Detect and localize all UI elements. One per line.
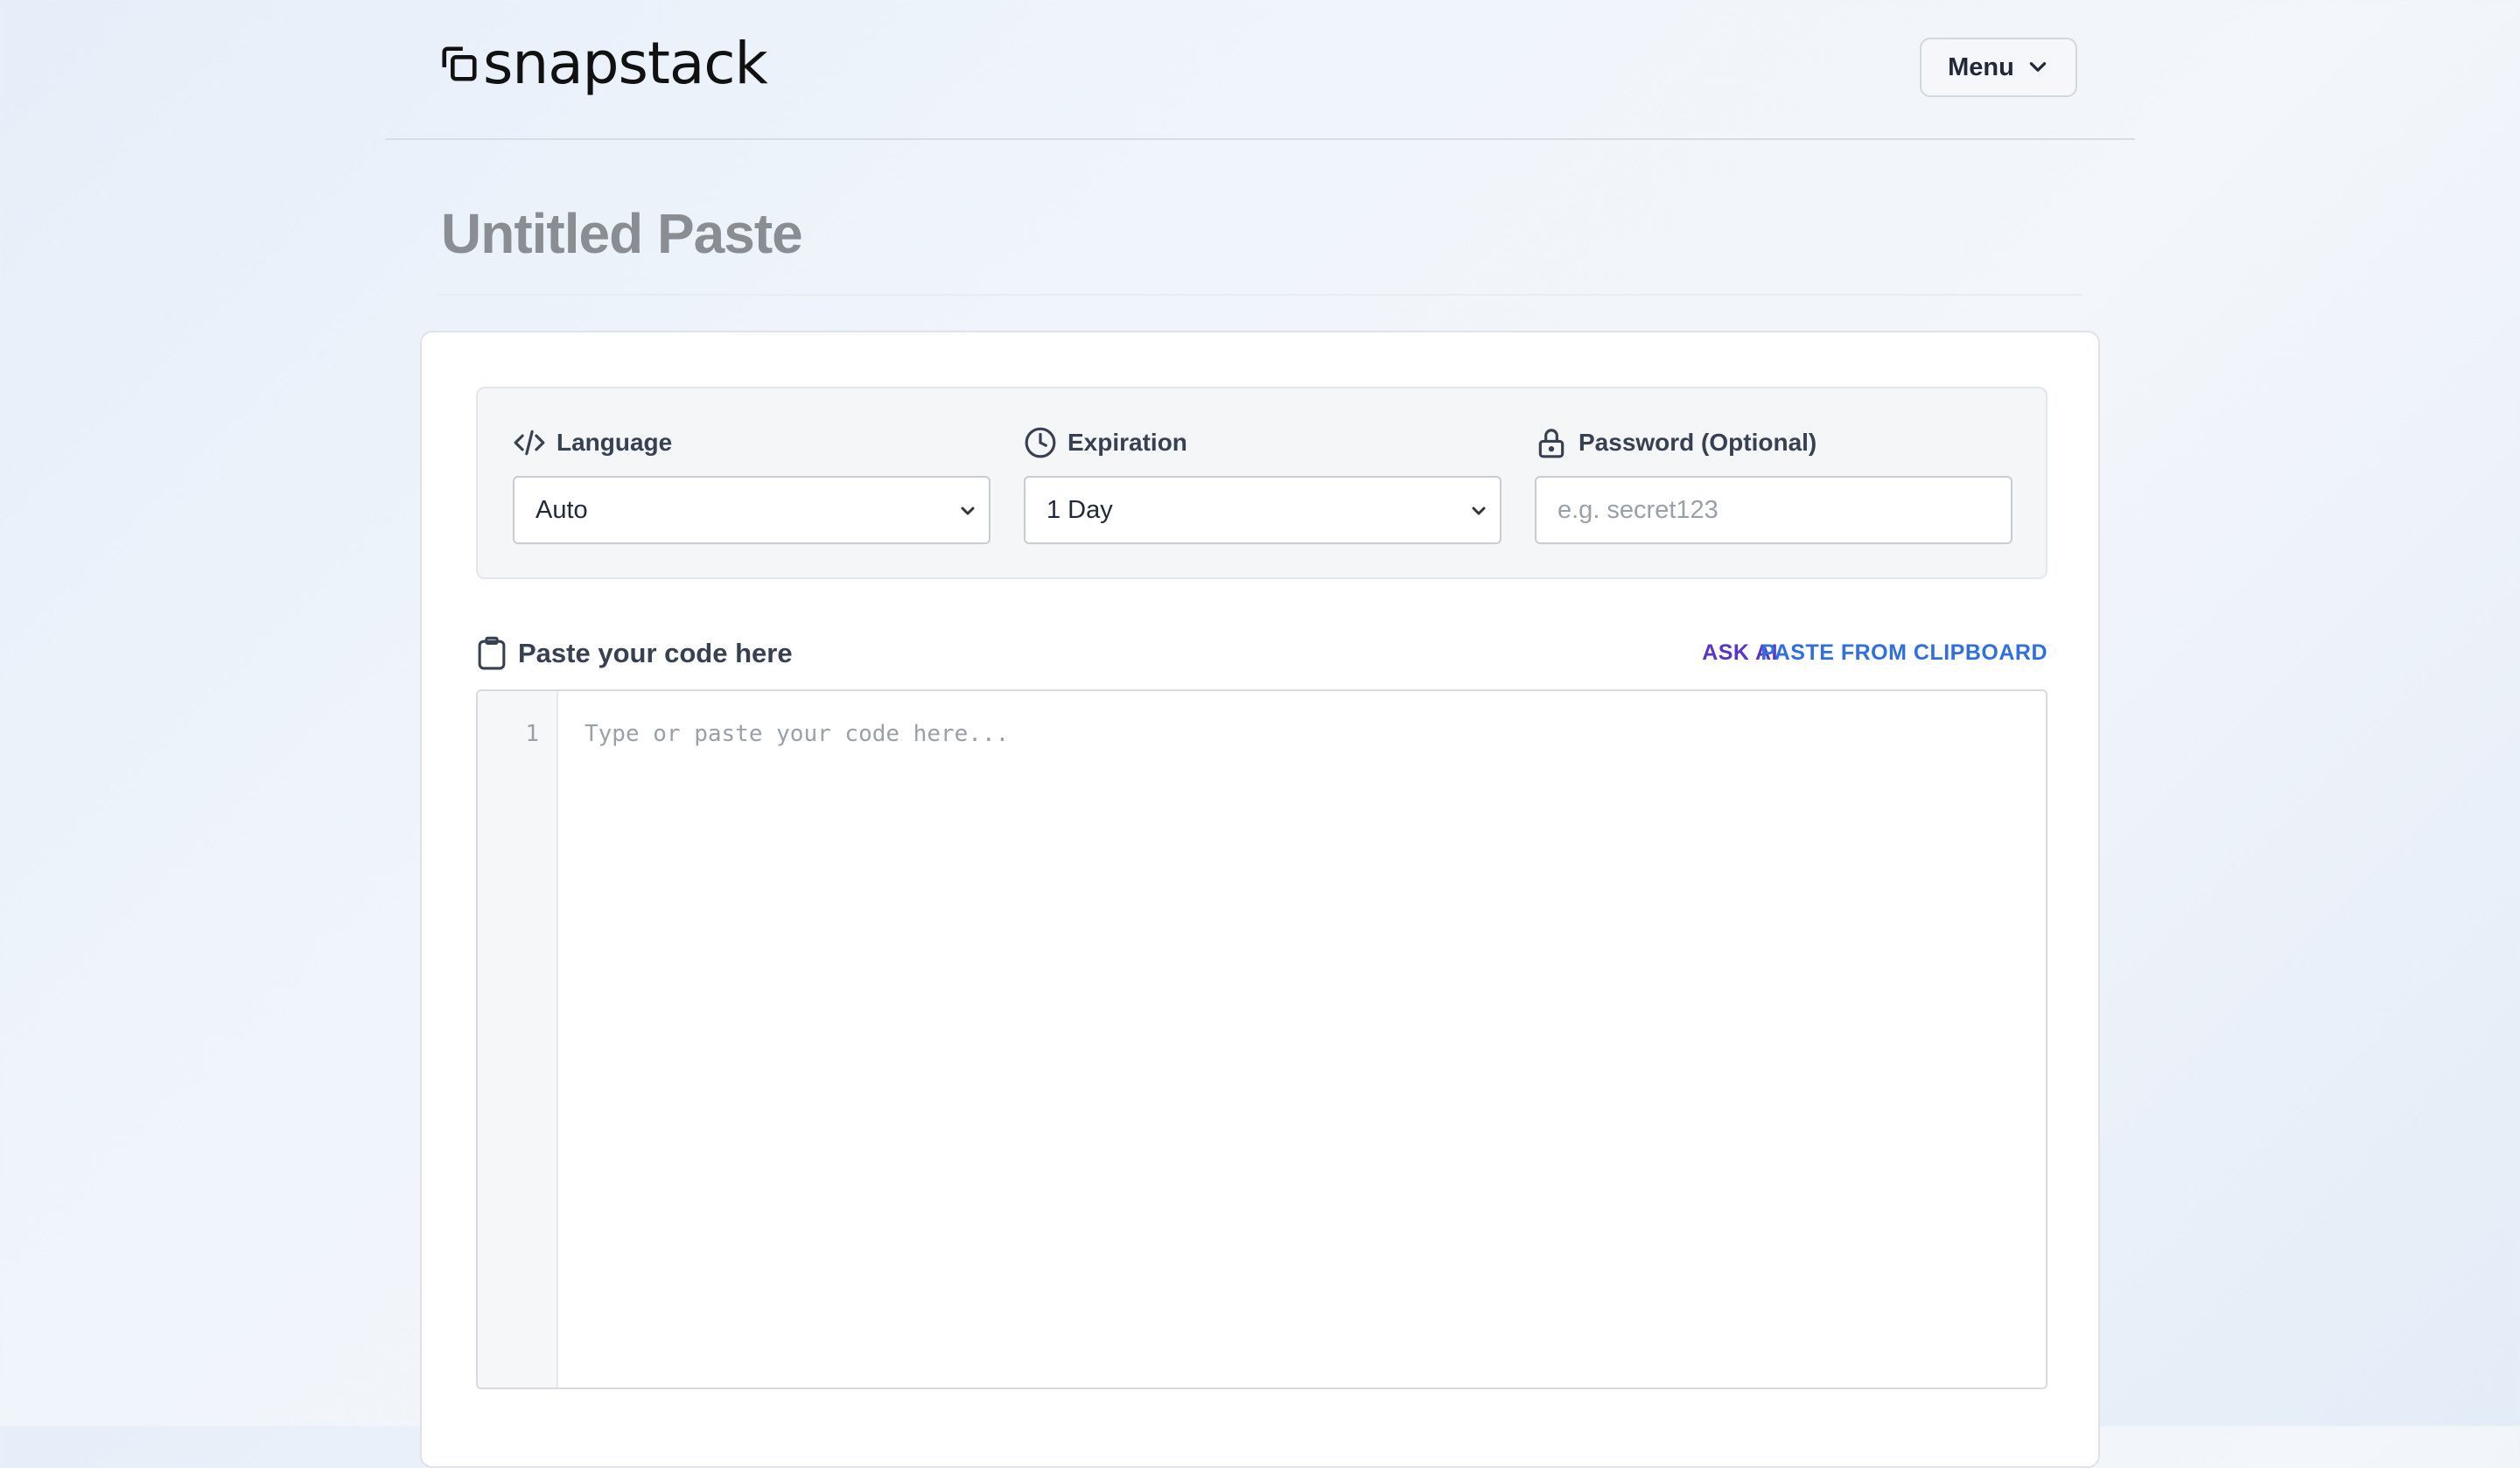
clipboard-icon — [478, 636, 506, 670]
chevron-down-icon — [1472, 507, 1486, 515]
password-placeholder: e.g. secret123 — [1558, 495, 1718, 524]
page-title[interactable]: Untitled Paste — [441, 201, 803, 266]
language-field: Language Auto — [513, 425, 990, 544]
logo-text: snapstack — [483, 30, 768, 97]
language-value: Auto — [536, 495, 588, 524]
chevron-down-icon — [2029, 62, 2047, 72]
stacked-squares-icon — [442, 46, 477, 81]
lock-icon — [1538, 429, 1564, 458]
line-number: 1 — [525, 721, 539, 747]
paste-from-clipboard-button[interactable]: PASTE FROM CLIPBOARD — [1760, 640, 2048, 666]
site-header: snapstack Menu — [385, 0, 2135, 140]
options-panel: Language Auto Expiration 1 Day Password … — [476, 387, 2048, 579]
password-label: Password (Optional) — [1578, 429, 1817, 456]
clock-icon — [1025, 427, 1056, 458]
expiration-label-row: Expiration — [1024, 425, 1502, 460]
expiration-field: Expiration 1 Day — [1024, 425, 1502, 544]
editor-label: Paste your code here — [518, 638, 793, 668]
chevron-down-icon — [961, 507, 975, 515]
language-select[interactable]: Auto — [513, 476, 990, 544]
code-icon — [514, 430, 545, 456]
line-number-gutter: 1 — [478, 691, 558, 1388]
expiration-label: Expiration — [1068, 429, 1187, 456]
code-placeholder[interactable]: Type or paste your code here... — [584, 721, 1009, 747]
menu-button[interactable]: Menu — [1920, 38, 2077, 97]
expiration-value: 1 Day — [1046, 495, 1113, 524]
menu-label: Menu — [1948, 52, 2014, 81]
password-field: Password (Optional) e.g. secret123 — [1535, 425, 2012, 544]
language-label-row: Language — [513, 425, 990, 460]
language-label: Language — [556, 429, 673, 456]
paste-card: Language Auto Expiration 1 Day Password … — [420, 331, 2100, 1468]
title-divider — [438, 294, 2082, 296]
password-input[interactable]: e.g. secret123 — [1535, 476, 2012, 544]
expiration-select[interactable]: 1 Day — [1024, 476, 1502, 544]
editor-header: Paste your code here ASK AI PASTE FROM C… — [476, 632, 2048, 675]
code-editor[interactable]: 1 Type or paste your code here... — [476, 689, 2048, 1389]
editor-label-row: Paste your code here — [476, 632, 793, 675]
password-label-row: Password (Optional) — [1535, 425, 2012, 460]
logo[interactable]: snapstack — [439, 30, 768, 97]
